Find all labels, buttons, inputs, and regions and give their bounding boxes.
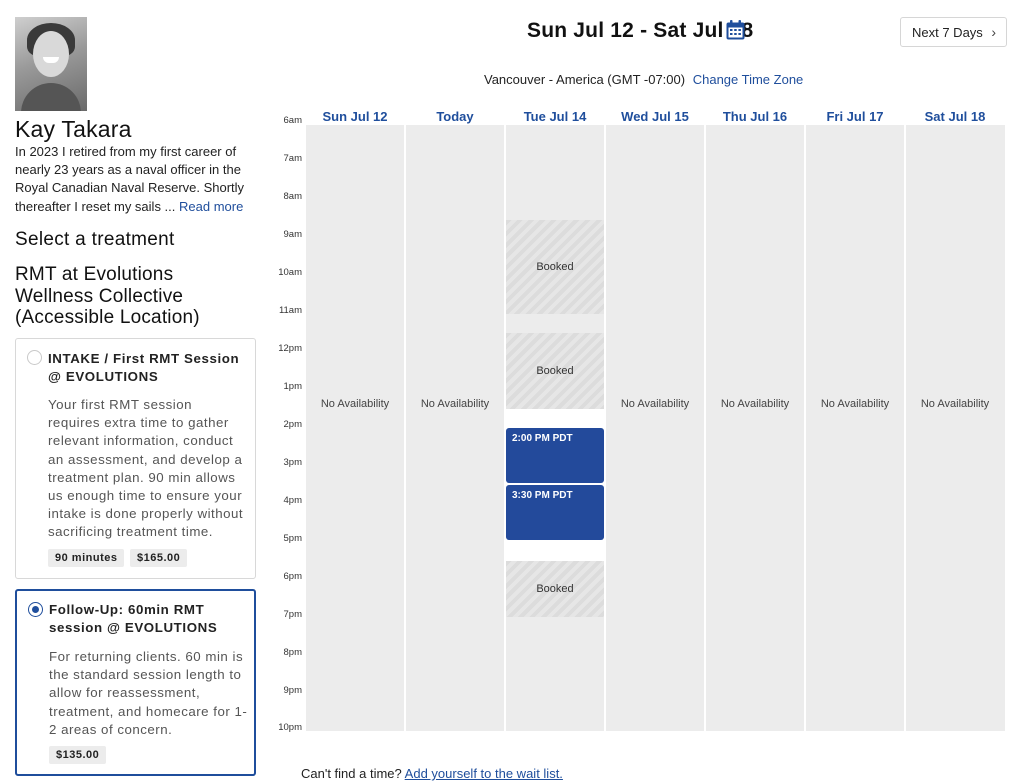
select-treatment-heading: Select a treatment <box>15 229 175 250</box>
date-range-title: Sun Jul 12 - Sat Jul 18 <box>527 19 754 42</box>
time-slot[interactable]: 3:30 PM PDT <box>506 485 604 540</box>
no-availability-label: No Availability <box>420 398 490 410</box>
no-availability-label: No Availability <box>320 398 390 410</box>
tuesday-open-block <box>506 125 604 220</box>
treatment-option-followup[interactable]: Follow-Up: 60min RMT session @ EVOLUTION… <box>15 589 256 776</box>
booked-block: Booked <box>506 561 604 617</box>
booked-block: Booked <box>506 333 604 409</box>
radio-button[interactable] <box>27 350 42 365</box>
provider-name: Kay Takara <box>15 116 132 142</box>
next-7-days-button[interactable]: Next 7 Days › <box>900 17 1007 47</box>
treatment-title: INTAKE / First RMT Session @ EVOLUTIONS <box>48 351 240 384</box>
hour-label: 7pm <box>283 609 302 620</box>
hour-label: 12pm <box>278 343 302 354</box>
waitlist-text: Can't find a time? <box>301 766 402 781</box>
hour-label: 2pm <box>283 419 302 430</box>
hour-label: 5pm <box>283 533 302 544</box>
provider-bio: In 2023 I retired from my first career o… <box>15 143 247 216</box>
hour-label: 8am <box>283 191 302 202</box>
radio-button-selected[interactable] <box>28 602 43 617</box>
tuesday-open-block <box>506 314 604 333</box>
day-column <box>406 125 504 731</box>
change-timezone-link[interactable]: Change Time Zone <box>693 72 804 87</box>
no-availability-label: No Availability <box>720 398 790 410</box>
day-column <box>906 125 1005 731</box>
day-header: Today <box>436 109 474 124</box>
tuesday-open-block <box>506 617 604 731</box>
hour-label: 9am <box>283 229 302 240</box>
read-more-link[interactable]: Read more <box>179 199 243 214</box>
hour-label: 6am <box>283 115 302 126</box>
no-availability-label: No Availability <box>820 398 890 410</box>
hour-label: 3pm <box>283 457 302 468</box>
treatment-option-intake[interactable]: INTAKE / First RMT Session @ EVOLUTIONS … <box>15 338 256 579</box>
day-header: Thu Jul 16 <box>722 109 788 124</box>
day-header: Sat Jul 18 <box>924 109 986 124</box>
hour-label: 11am <box>278 305 302 316</box>
duration-badge: 90 minutes <box>48 549 125 567</box>
provider-photo <box>15 17 87 111</box>
treatment-description: For returning clients. 60 min is the sta… <box>49 649 248 737</box>
treatment-description: Your first RMT session requires extra ti… <box>48 397 244 540</box>
price-badge: $135.00 <box>49 746 107 764</box>
no-availability-label: No Availability <box>920 398 990 410</box>
chevron-right-icon: › <box>991 24 996 40</box>
day-column <box>806 125 904 731</box>
calendar-icon[interactable] <box>726 20 745 40</box>
day-header: Sun Jul 12 <box>322 109 388 124</box>
timezone-bar: Vancouver - America (GMT -07:00) Change … <box>484 72 803 87</box>
day-column <box>606 125 704 731</box>
next-label: Next 7 Days <box>912 24 983 40</box>
hour-label: 7am <box>283 153 302 164</box>
hour-label: 10am <box>278 267 302 278</box>
booked-block: Booked <box>506 220 604 314</box>
day-header: Tue Jul 14 <box>523 109 587 124</box>
day-header: Wed Jul 15 <box>621 109 689 124</box>
day-column <box>306 125 404 731</box>
waitlist-prompt: Can't find a time? Add yourself to the w… <box>301 766 563 781</box>
no-availability-label: No Availability <box>620 398 690 410</box>
hour-label: 1pm <box>283 381 302 392</box>
hour-label: 4pm <box>283 495 302 506</box>
time-slot[interactable]: 2:00 PM PDT <box>506 428 604 483</box>
hour-label: 6pm <box>283 571 302 582</box>
hour-label: 8pm <box>283 647 302 658</box>
hour-label: 10pm <box>278 722 302 733</box>
hour-label: 9pm <box>283 685 302 696</box>
treatment-title: Follow-Up: 60min RMT session @ EVOLUTION… <box>49 602 218 635</box>
price-badge: $165.00 <box>130 549 188 567</box>
day-header: Fri Jul 17 <box>826 109 884 124</box>
location-heading: RMT at Evolutions Wellness Collective (A… <box>15 264 200 328</box>
day-column <box>706 125 804 731</box>
timezone-label: Vancouver - America (GMT -07:00) <box>484 72 686 87</box>
waitlist-link[interactable]: Add yourself to the wait list. <box>405 766 563 781</box>
